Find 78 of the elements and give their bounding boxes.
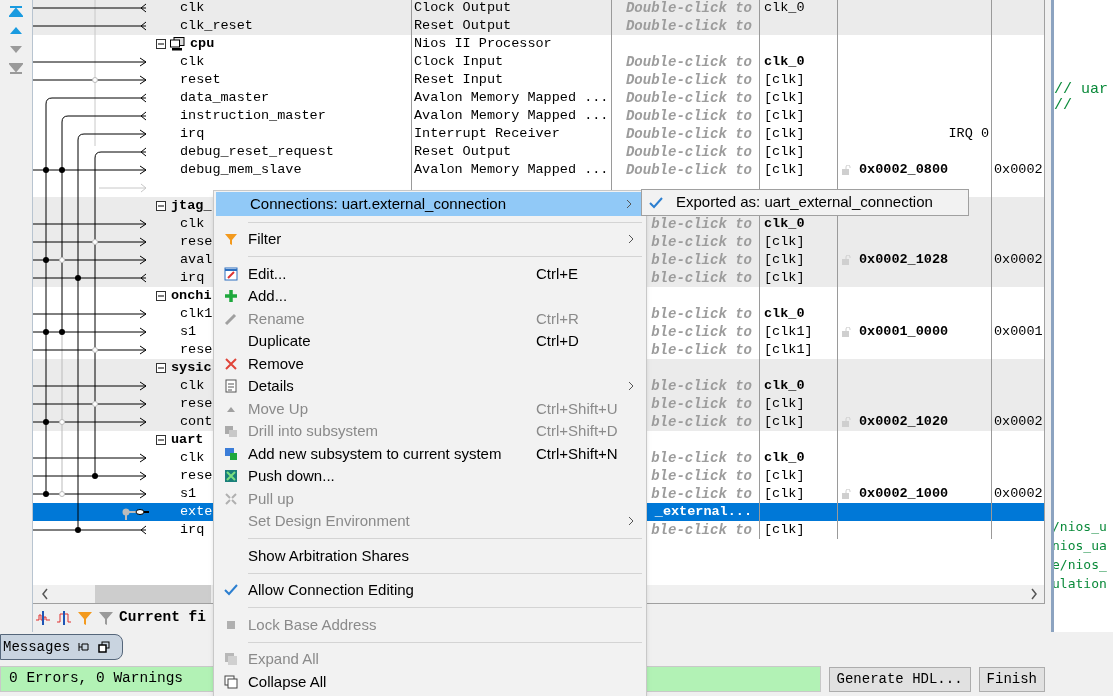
- irq-number: IRQ 0: [948, 125, 990, 143]
- base-address: 0x0002_1028: [859, 251, 949, 269]
- port-name: rese: [179, 233, 213, 251]
- clock-cell: [clk]: [764, 89, 805, 107]
- port-name: instruction_master: [179, 107, 326, 125]
- description-cell: Nios II Processor: [414, 35, 552, 53]
- clock-cell: [clk]: [764, 143, 805, 161]
- description-cell: Avalon Memory Mapped ...: [414, 89, 609, 107]
- base-address: 0x0002_0800: [859, 161, 949, 179]
- clock-cell: clk_0: [764, 449, 805, 467]
- code-line: nios_ua: [1054, 537, 1108, 555]
- clock-cell: [clk]: [764, 161, 805, 179]
- clock-cell: clk_0: [764, 0, 805, 17]
- description-cell: Interrupt Receiver: [414, 125, 560, 143]
- port-name: clk: [179, 215, 205, 233]
- base-address: 0x0002_1020: [859, 413, 949, 431]
- tab-label: Messages: [3, 637, 71, 657]
- port-name: reset: [179, 71, 221, 89]
- port-name: debug_reset_request: [179, 143, 334, 161]
- clock-cell: clk_0: [764, 305, 805, 323]
- clock-cell: [clk]: [764, 233, 805, 251]
- clock-cell: [clk]: [764, 413, 805, 431]
- base-address: 0x0001_0000: [859, 323, 949, 341]
- description-cell: Reset Input: [414, 71, 504, 89]
- description-cell: Reset Output: [414, 143, 512, 161]
- clock-cell: [clk]: [764, 467, 805, 485]
- description-cell: Clock Output: [414, 0, 512, 17]
- component-name: onchi: [170, 287, 212, 305]
- clock-cell: [clk]: [764, 107, 805, 125]
- component-name: sysic: [170, 359, 212, 377]
- port-name: clk: [179, 449, 205, 467]
- clock-cell: [clk]: [764, 71, 805, 89]
- port-name: irq: [179, 125, 205, 143]
- filter-label: Current fi: [119, 608, 206, 628]
- component-name: cpu: [189, 35, 215, 53]
- clock-cell: [clk1]: [764, 341, 813, 359]
- port-name: debug_mem_slave: [179, 161, 302, 179]
- clock-cell: clk_0: [764, 215, 805, 233]
- port-name: clk: [179, 377, 205, 395]
- port-name: data_master: [179, 89, 270, 107]
- description-cell: Clock Input: [414, 53, 504, 71]
- port-name: exte: [179, 503, 213, 521]
- end-address: 0x0002: [994, 413, 1043, 431]
- end-address: 0x0001: [994, 323, 1043, 341]
- port-name: s1: [179, 323, 197, 341]
- description-cell: Reset Output: [414, 17, 512, 35]
- port-name: rese: [179, 341, 213, 359]
- port-name: rese: [179, 395, 213, 413]
- base-address: 0x0002_1000: [859, 485, 949, 503]
- port-name: cont: [179, 413, 213, 431]
- clock-cell: [clk]: [764, 521, 805, 539]
- port-name: rese: [179, 467, 213, 485]
- clock-cell: [clk]: [764, 395, 805, 413]
- port-name: irq: [179, 521, 205, 539]
- end-address: 0x0002: [994, 161, 1043, 179]
- clock-cell: [clk]: [764, 125, 805, 143]
- port-name: clk: [179, 53, 205, 71]
- port-name: s1: [179, 485, 197, 503]
- code-line: ulation: [1054, 575, 1108, 593]
- component-name: jtag_: [170, 197, 212, 215]
- end-address: 0x0002: [994, 485, 1043, 503]
- port-name: clk_reset: [179, 17, 253, 35]
- port-name: clk: [179, 0, 205, 17]
- clock-cell: clk_0: [764, 377, 805, 395]
- description-cell: Avalon Memory Mapped ...: [414, 107, 609, 125]
- clock-cell: [clk]: [764, 269, 805, 287]
- description-cell: Avalon Memory Mapped ...: [414, 161, 609, 179]
- clock-cell: [clk]: [764, 251, 805, 269]
- clock-cell: [clk1]: [764, 323, 813, 341]
- clock-cell: [clk]: [764, 485, 805, 503]
- end-address: 0x0002: [994, 251, 1043, 269]
- code-line: //: [1054, 98, 1073, 114]
- clock-cell: clk_0: [764, 53, 805, 71]
- code-line: // uar: [1054, 82, 1109, 98]
- port-name: irq: [179, 269, 205, 287]
- component-name: uart: [170, 431, 204, 449]
- port-name: clk1: [179, 305, 213, 323]
- port-name: aval: [179, 251, 213, 269]
